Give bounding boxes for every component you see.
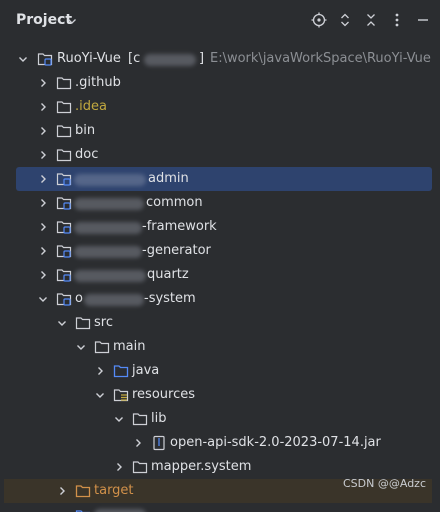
chevron-right-icon[interactable]: [94, 365, 106, 377]
item-label: .github: [75, 75, 121, 90]
root-name-suffix: [c: [128, 51, 141, 66]
chevron-right-icon[interactable]: [37, 173, 49, 185]
module-folder-icon: [56, 245, 72, 258]
tree-row-src[interactable]: src: [0, 311, 440, 335]
tree-row-jar[interactable]: open-api-sdk-2.0-2023-07-14.jar: [0, 431, 440, 455]
expand-collapse-icon[interactable]: [337, 12, 353, 28]
chevron-right-icon[interactable]: [37, 125, 49, 137]
folder-icon: [94, 341, 110, 354]
tree-row-partial: [0, 504, 440, 512]
item-label: common: [146, 195, 203, 210]
folder-icon: [56, 149, 72, 162]
tree-row-admin[interactable]: admin: [16, 167, 432, 191]
jar-file-icon: [153, 435, 165, 451]
tree-row-framework[interactable]: -framework: [0, 215, 440, 239]
chevron-right-icon[interactable]: [37, 245, 49, 257]
chevron-down-icon[interactable]: [37, 293, 49, 305]
resources-folder-icon: [113, 389, 129, 402]
item-label: .idea: [75, 99, 107, 114]
root-name-close: ]: [199, 51, 205, 66]
tree-row-mapper[interactable]: mapper.system: [0, 455, 440, 479]
item-label: quartz: [147, 267, 189, 282]
tree-row-idea[interactable]: .idea: [0, 95, 440, 119]
redacted-text: [74, 174, 146, 186]
tree-row-main[interactable]: main: [0, 335, 440, 359]
redacted-text: [74, 198, 144, 210]
minimize-icon[interactable]: [415, 12, 431, 28]
project-header: Project: [0, 0, 440, 40]
item-label: mapper.system: [151, 459, 252, 474]
chevron-down-icon[interactable]: [75, 341, 87, 353]
item-label: main: [113, 339, 146, 354]
folder-icon: [56, 101, 72, 114]
item-label: src: [94, 315, 113, 330]
redacted-text: [74, 246, 142, 258]
item-label: admin: [148, 171, 189, 186]
chevron-right-icon[interactable]: [37, 77, 49, 89]
item-label: java: [132, 363, 160, 378]
item-label: lib: [151, 411, 167, 426]
folder-icon: [132, 413, 148, 426]
redacted-text: [144, 54, 196, 66]
folder-icon: [56, 125, 72, 138]
chevron-right-icon[interactable]: [37, 221, 49, 233]
redacted-text: [84, 294, 144, 306]
tree-row-common[interactable]: common: [0, 191, 440, 215]
project-title[interactable]: Project: [16, 12, 72, 28]
chevron-right-icon[interactable]: [132, 437, 144, 449]
source-folder-icon: [113, 365, 129, 378]
item-label-prefix: o: [75, 291, 83, 306]
module-folder-icon: [56, 173, 72, 186]
chevron-right-icon[interactable]: [113, 461, 125, 473]
item-label: bin: [75, 123, 96, 138]
tree-row-root[interactable]: RuoYi-Vue [c ] E:\work\javaWorkSpace\Ruo…: [0, 47, 440, 71]
tree-row-lib[interactable]: lib: [0, 407, 440, 431]
tree-row-github[interactable]: .github: [0, 71, 440, 95]
more-icon[interactable]: [389, 12, 405, 28]
tree-row-generator[interactable]: -generator: [0, 239, 440, 263]
item-label: -system: [144, 291, 196, 306]
chevron-down-icon[interactable]: [56, 317, 68, 329]
chevron-right-icon[interactable]: [37, 149, 49, 161]
chevron-down-icon[interactable]: [66, 15, 78, 27]
module-folder-icon: [56, 197, 72, 210]
collapse-all-icon[interactable]: [363, 12, 379, 28]
item-label: target: [94, 483, 134, 498]
chevron-down-icon[interactable]: [94, 389, 106, 401]
tree-row-quartz[interactable]: quartz: [0, 263, 440, 287]
chevron-right-icon[interactable]: [37, 269, 49, 281]
tree-row-doc[interactable]: doc: [0, 143, 440, 167]
module-folder-icon: [56, 293, 72, 306]
module-folder-icon: [75, 510, 91, 512]
watermark: CSDN @@Adzc: [343, 477, 426, 490]
root-path: E:\work\javaWorkSpace\RuoYi-Vue: [210, 51, 431, 66]
root-name: RuoYi-Vue: [57, 51, 121, 66]
item-label: -generator: [142, 243, 211, 258]
folder-icon: [56, 77, 72, 90]
redacted-text: [74, 222, 142, 234]
module-folder-icon: [37, 53, 53, 66]
tree-row-system[interactable]: o -system: [0, 287, 440, 311]
excluded-folder-icon: [75, 485, 91, 498]
tree-row-bin[interactable]: bin: [0, 119, 440, 143]
item-label: resources: [132, 387, 196, 402]
chevron-down-icon[interactable]: [17, 53, 29, 65]
item-label: doc: [75, 147, 99, 162]
tree-row-java[interactable]: java: [0, 359, 440, 383]
chevron-right-icon[interactable]: [37, 197, 49, 209]
tree-row-resources[interactable]: resources: [0, 383, 440, 407]
folder-icon: [132, 461, 148, 474]
chevron-down-icon[interactable]: [113, 413, 125, 425]
item-label: -framework: [142, 219, 217, 234]
item-label: open-api-sdk-2.0-2023-07-14.jar: [170, 435, 381, 450]
folder-icon: [75, 317, 91, 330]
chevron-right-icon[interactable]: [37, 101, 49, 113]
locate-icon[interactable]: [311, 12, 327, 28]
redacted-text: [74, 270, 146, 282]
chevron-right-icon[interactable]: [56, 485, 68, 497]
module-folder-icon: [56, 269, 72, 282]
module-folder-icon: [56, 221, 72, 234]
